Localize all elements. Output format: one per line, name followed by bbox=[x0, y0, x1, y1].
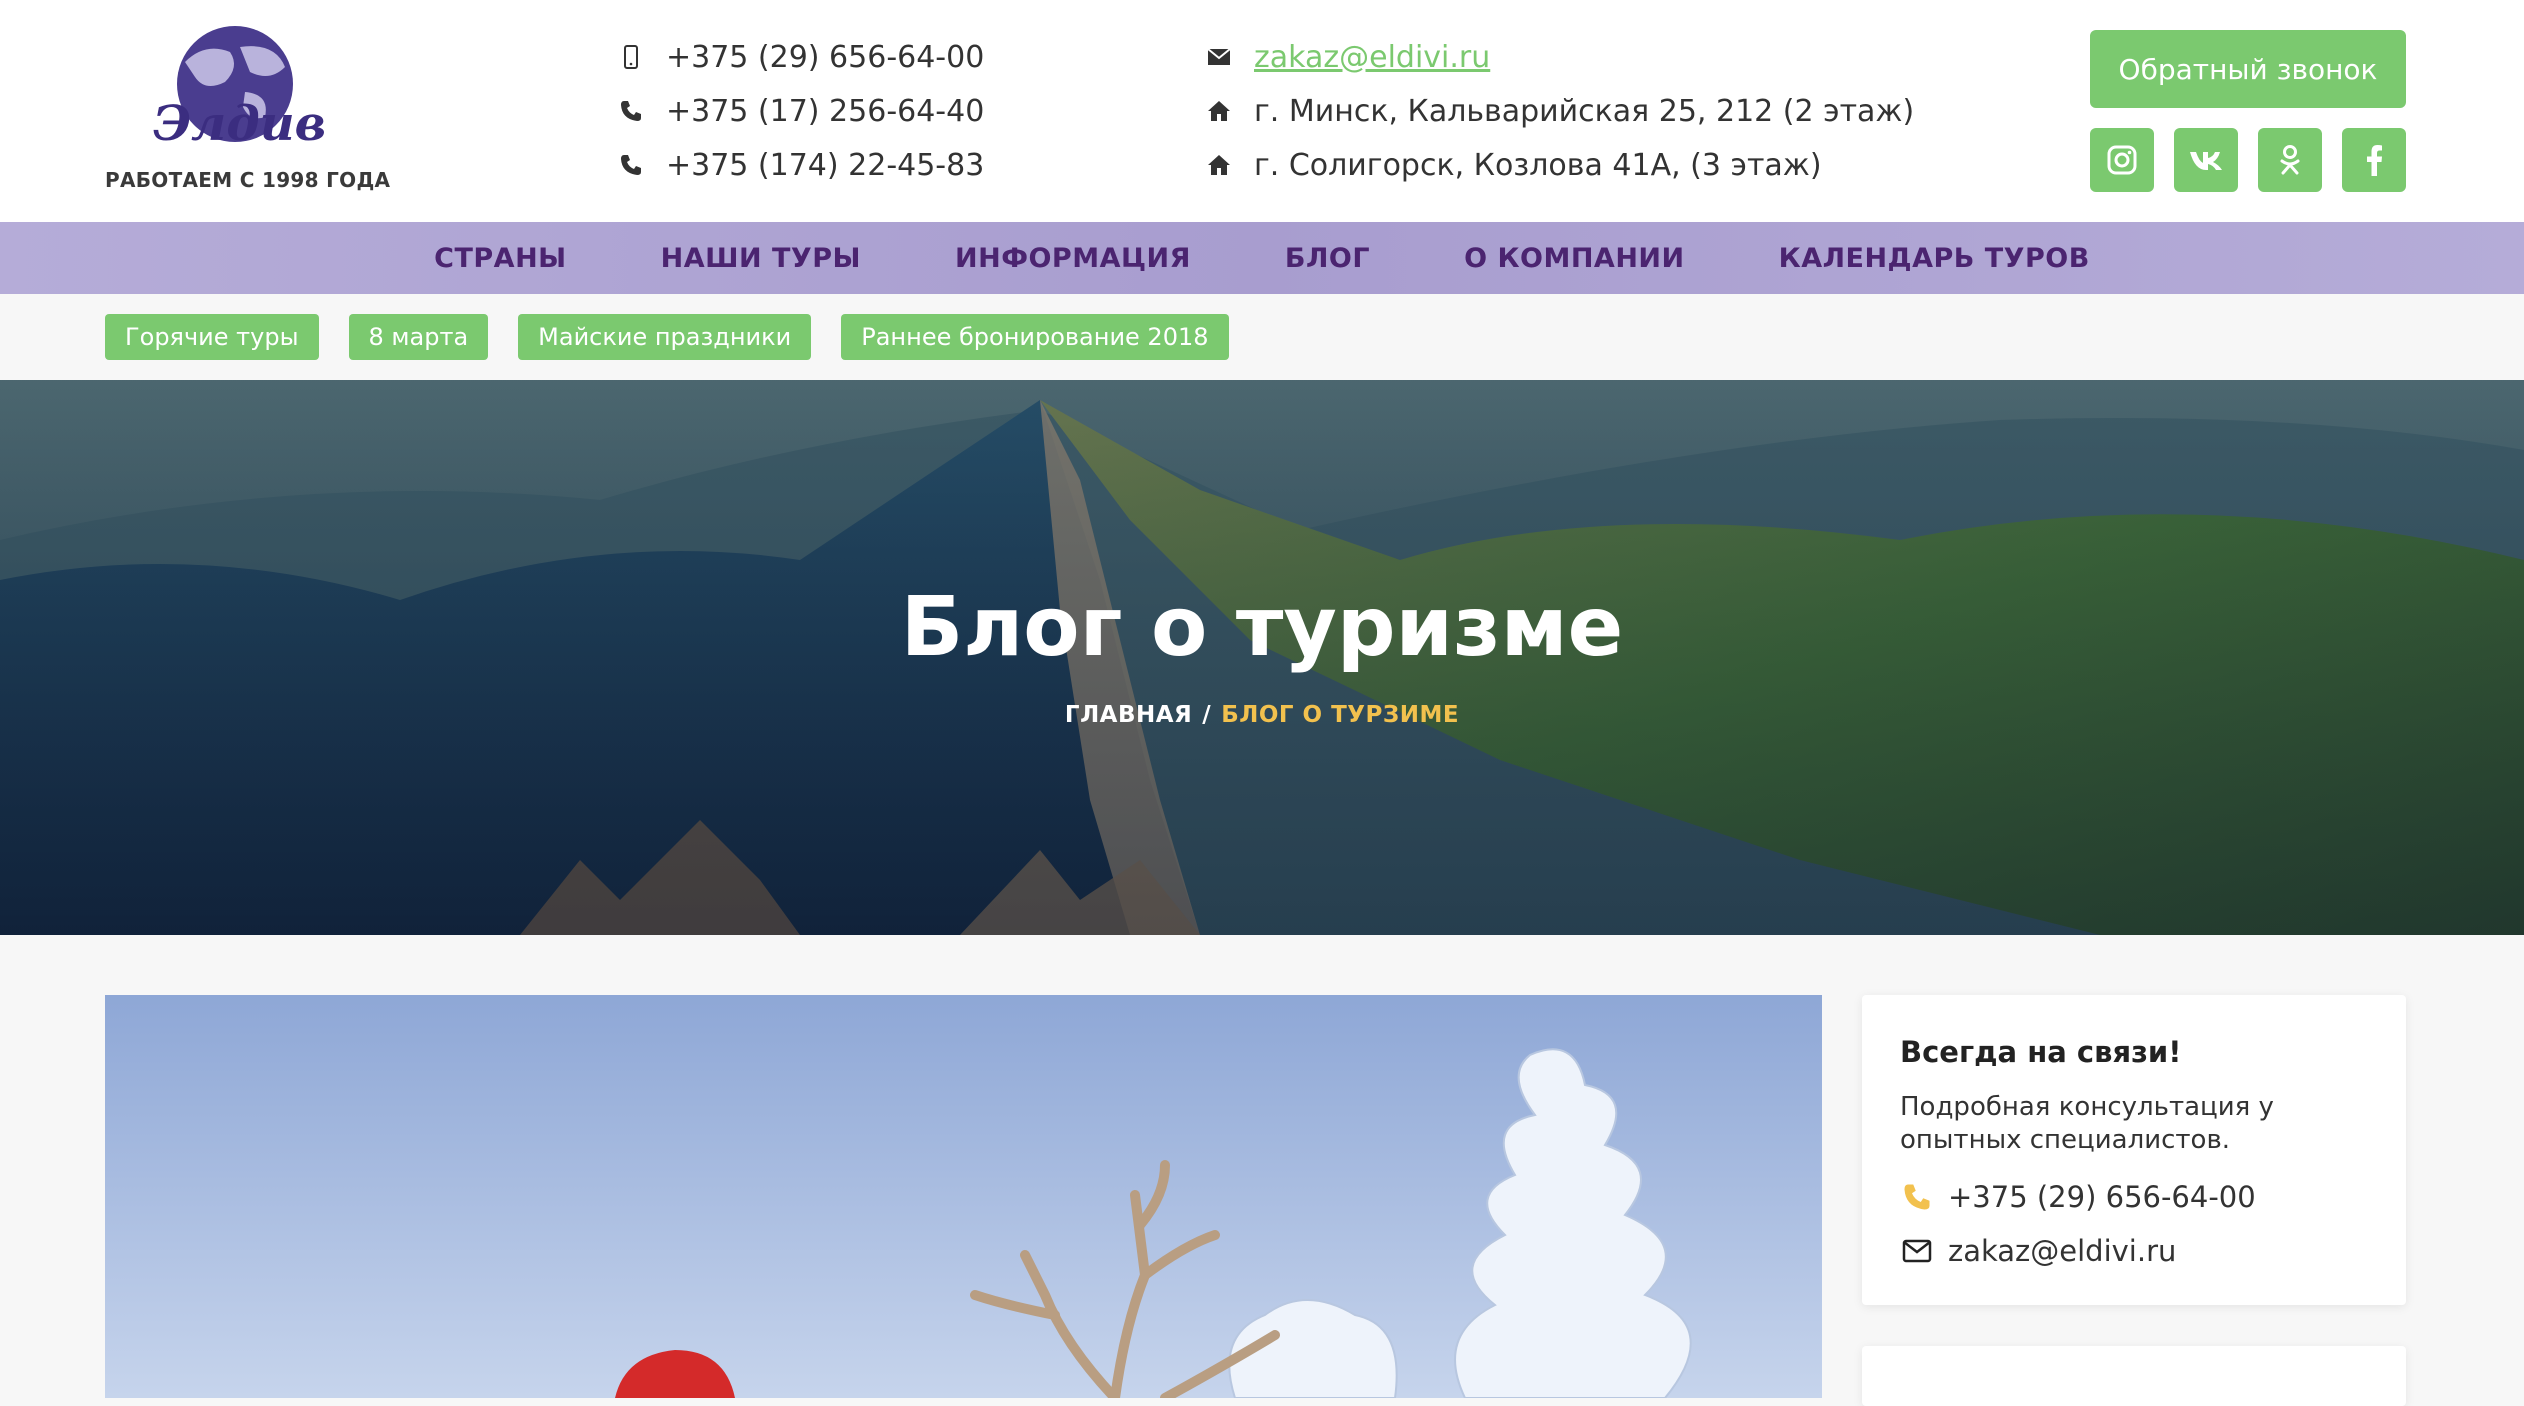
page-title: Блог о туризме bbox=[900, 580, 1624, 675]
home-icon bbox=[1200, 100, 1238, 122]
tag-march-8[interactable]: 8 марта bbox=[348, 314, 489, 360]
contact-card-text: Подробная консультация у опытных специал… bbox=[1900, 1092, 2274, 1155]
odnoklassniki-icon[interactable] bbox=[2258, 128, 2322, 192]
vk-icon[interactable] bbox=[2174, 128, 2238, 192]
callback-button[interactable]: Обратный звонок bbox=[2090, 30, 2406, 108]
nav-item-calendar[interactable]: КАЛЕНДАРЬ ТУРОВ bbox=[1732, 243, 2137, 274]
facebook-icon[interactable] bbox=[2342, 128, 2406, 192]
tag-hot-tours[interactable]: Горячие туры bbox=[105, 314, 319, 360]
phone-line[interactable]: +375 (17) 256-64-40 bbox=[612, 84, 984, 138]
reindeer-winter-image bbox=[105, 995, 1822, 1398]
phone-line[interactable]: +375 (174) 22-45-83 bbox=[612, 138, 984, 192]
quick-tags: Горячие туры 8 марта Майские праздники Р… bbox=[105, 314, 1229, 360]
home-icon bbox=[1200, 154, 1238, 176]
phone-number: +375 (29) 656-64-00 bbox=[666, 39, 985, 75]
contact-card: Всегда на связи! Подробная консультация … bbox=[1862, 995, 2406, 1305]
address-text: г. Солигорск, Козлова 41А, (3 этаж) bbox=[1254, 147, 1822, 183]
phone-icon bbox=[612, 153, 650, 177]
breadcrumb-separator: / bbox=[1202, 702, 1212, 728]
envelope-icon bbox=[1900, 1239, 1934, 1263]
breadcrumb: ГЛАВНАЯ / БЛОГ О ТУРЗИМЕ bbox=[0, 702, 2524, 728]
breadcrumb-current: БЛОГ О ТУРЗИМЕ bbox=[1221, 702, 1460, 728]
nav-item-blog[interactable]: БЛОГ bbox=[1238, 243, 1417, 274]
contact-card-title: Всегда на связи! bbox=[1900, 1035, 2182, 1069]
blog-post-image[interactable] bbox=[105, 995, 1822, 1398]
contact-card-phone-text: +375 (29) 656-64-00 bbox=[1948, 1180, 2256, 1214]
phone-icon bbox=[612, 99, 650, 123]
site-header: Элдиви РАБОТАЕМ С 1998 ГОДА +375 (29) 65… bbox=[0, 0, 2524, 222]
contact-card-email[interactable]: zakaz@eldivi.ru bbox=[1900, 1224, 2368, 1278]
nav-item-about[interactable]: О КОМПАНИИ bbox=[1417, 243, 1732, 274]
envelope-icon bbox=[1200, 48, 1238, 66]
svg-text:Элдиви: Элдиви bbox=[153, 96, 325, 152]
nav-item-information[interactable]: ИНФОРМАЦИЯ bbox=[908, 243, 1238, 274]
social-links bbox=[2090, 128, 2406, 192]
site-logo[interactable]: Элдиви РАБОТАЕМ С 1998 ГОДА bbox=[105, 22, 391, 197]
email-line: zakaz@eldivi.ru bbox=[1200, 30, 1914, 84]
nav-item-tours[interactable]: НАШИ ТУРЫ bbox=[614, 243, 908, 274]
logo-tagline: РАБОТАЕМ С 1998 ГОДА bbox=[105, 168, 391, 192]
hero-banner: Блог о туризме ГЛАВНАЯ / БЛОГ О ТУРЗИМЕ bbox=[0, 380, 2524, 935]
phones-list: +375 (29) 656-64-00 +375 (17) 256-64-40 … bbox=[612, 30, 984, 192]
sidebar-card-secondary bbox=[1862, 1346, 2406, 1406]
tag-early-booking[interactable]: Раннее бронирование 2018 bbox=[841, 314, 1229, 360]
breadcrumb-home-link[interactable]: ГЛАВНАЯ bbox=[1065, 702, 1192, 728]
phone-number: +375 (174) 22-45-83 bbox=[666, 147, 985, 183]
nav-item-countries[interactable]: СТРАНЫ bbox=[387, 243, 614, 274]
phone-line[interactable]: +375 (29) 656-64-00 bbox=[612, 30, 984, 84]
tag-may-holidays[interactable]: Майские праздники bbox=[518, 314, 812, 360]
phone-number: +375 (17) 256-64-40 bbox=[666, 93, 985, 129]
email-link[interactable]: zakaz@eldivi.ru bbox=[1254, 40, 1490, 75]
mobile-phone-icon bbox=[612, 45, 650, 69]
address-line: г. Минск, Кальварийская 25, 212 (2 этаж) bbox=[1200, 84, 1914, 138]
contact-card-email-text: zakaz@eldivi.ru bbox=[1948, 1234, 2177, 1268]
address-text: г. Минск, Кальварийская 25, 212 (2 этаж) bbox=[1254, 93, 1915, 129]
address-line: г. Солигорск, Козлова 41А, (3 этаж) bbox=[1200, 138, 1914, 192]
main-nav: СТРАНЫ НАШИ ТУРЫ ИНФОРМАЦИЯ БЛОГ О КОМПА… bbox=[0, 222, 2524, 294]
phone-icon bbox=[1900, 1182, 1934, 1212]
globe-logo-icon: Элдиви bbox=[153, 26, 325, 152]
contact-card-phone[interactable]: +375 (29) 656-64-00 bbox=[1900, 1170, 2368, 1224]
instagram-icon[interactable] bbox=[2090, 128, 2154, 192]
address-list: zakaz@eldivi.ru г. Минск, Кальварийская … bbox=[1200, 30, 1914, 192]
